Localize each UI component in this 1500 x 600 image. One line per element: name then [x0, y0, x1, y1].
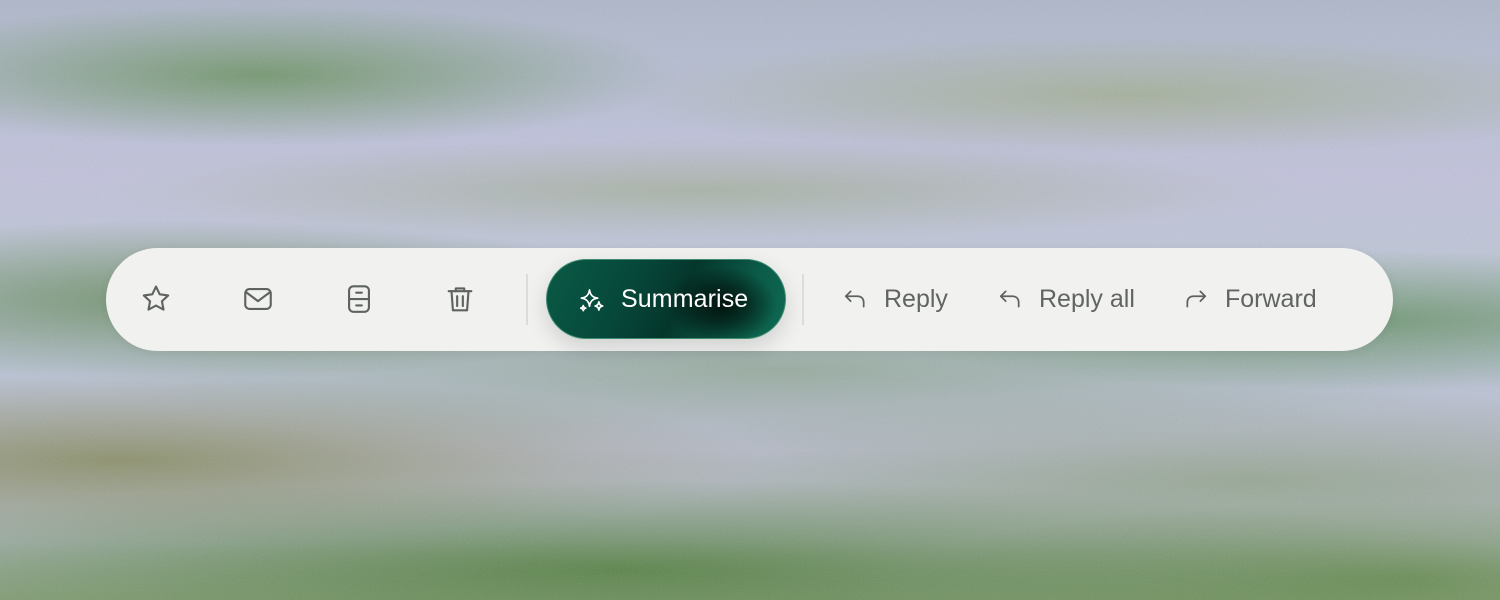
reply-all-button[interactable]: Reply all — [997, 281, 1135, 317]
email-action-toolbar: Summarise Reply Reply all Forward — [106, 248, 1393, 351]
star-icon — [142, 285, 170, 311]
mark-unread-button[interactable] — [237, 278, 279, 320]
reply-icon — [844, 290, 865, 308]
reply-all-icon — [999, 290, 1020, 308]
summarise-button[interactable]: Summarise — [546, 259, 786, 339]
forward-button[interactable]: Forward — [1183, 281, 1317, 317]
summarise-label: Summarise — [621, 285, 749, 313]
reply-button[interactable]: Reply — [842, 281, 948, 317]
archive-icon — [348, 285, 370, 313]
sparkle-icon — [579, 289, 604, 312]
reply-label: Reply — [884, 285, 948, 313]
reply-all-label: Reply all — [1039, 285, 1135, 313]
toolbar-divider — [802, 274, 804, 325]
trash-icon — [447, 287, 473, 312]
toolbar-divider — [526, 274, 528, 325]
forward-label: Forward — [1225, 285, 1317, 313]
star-button[interactable] — [135, 278, 177, 320]
delete-button[interactable] — [439, 278, 481, 320]
mail-icon — [244, 288, 272, 310]
archive-button[interactable] — [338, 278, 380, 320]
forward-icon — [1186, 290, 1207, 308]
